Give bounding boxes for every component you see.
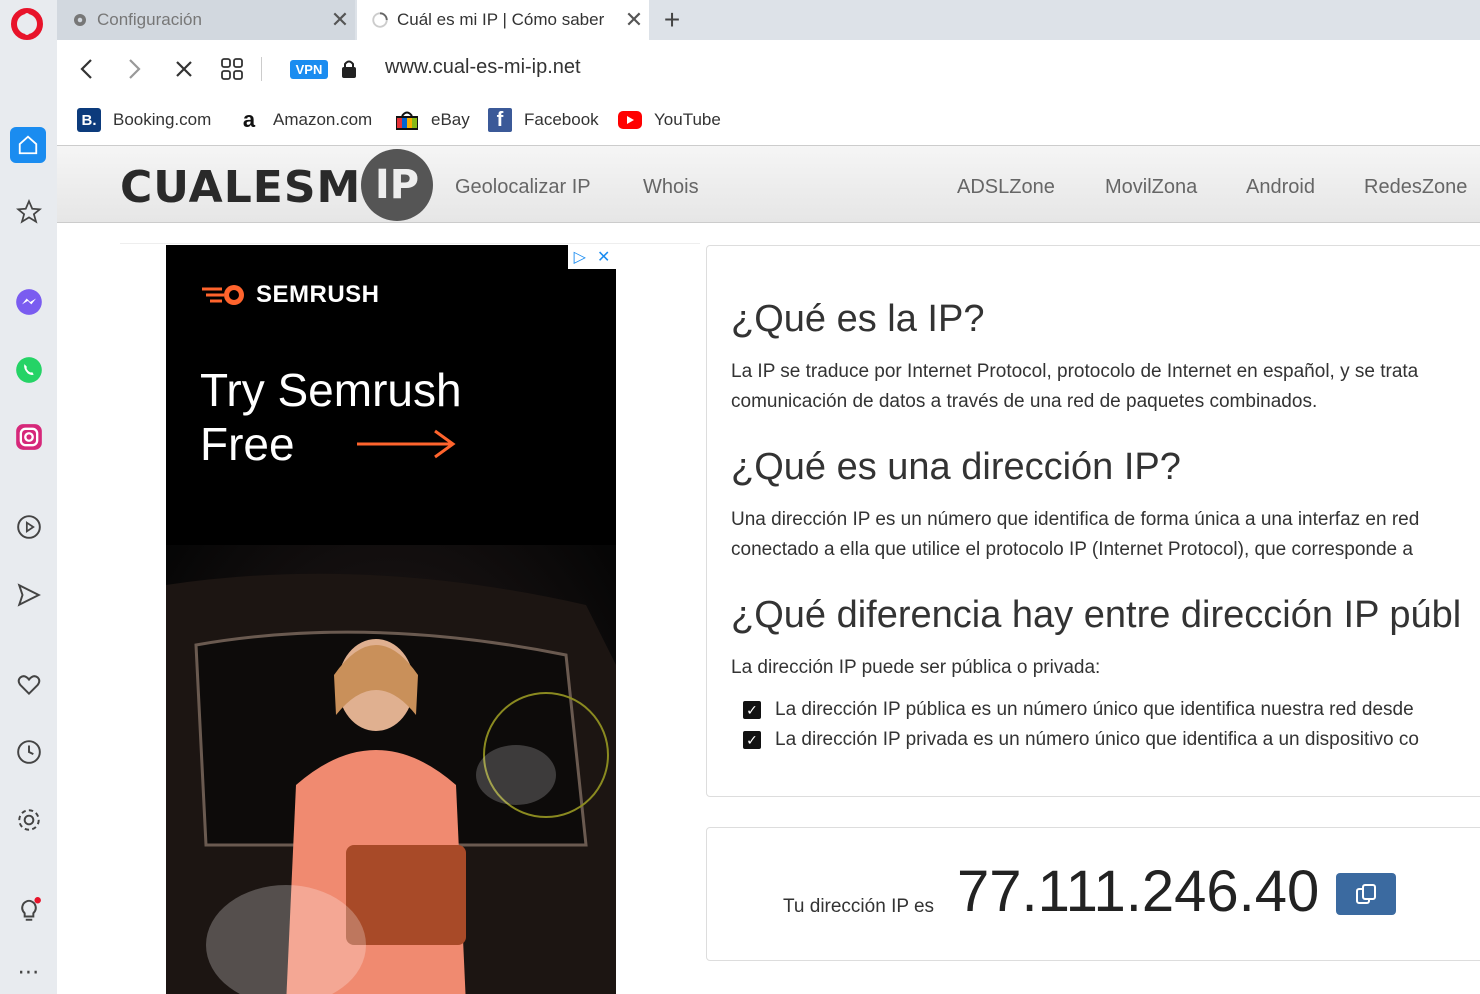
lock-icon[interactable] bbox=[333, 53, 365, 85]
bookmark-amazon[interactable]: a Amazon.com bbox=[237, 107, 372, 133]
close-tab-icon[interactable]: ✕ bbox=[325, 7, 355, 33]
toolbar-divider bbox=[261, 57, 262, 81]
check-item-privada: ✓ La dirección IP privada es un número ú… bbox=[743, 729, 1419, 751]
back-arrow-icon[interactable] bbox=[71, 53, 103, 85]
paragraph-1-line2: comunicación de datos a través de una re… bbox=[731, 391, 1318, 412]
bookmark-label: YouTube bbox=[654, 110, 721, 129]
nav-redeszone[interactable]: RedesZone bbox=[1364, 176, 1467, 199]
adchoices-icon[interactable]: ▷ bbox=[574, 247, 586, 267]
site-logo-circle[interactable]: IP bbox=[361, 149, 433, 221]
speed-dial-home-icon[interactable] bbox=[10, 127, 46, 163]
site-header: CUALESMI IP Geolocalizar IP Whois ADSLZo… bbox=[57, 145, 1480, 223]
ip-address-value[interactable]: 77.111.246.40 bbox=[957, 858, 1319, 925]
gear-icon bbox=[71, 11, 89, 29]
forward-arrow-icon[interactable] bbox=[118, 53, 150, 85]
paragraph-3: La dirección IP puede ser pública o priv… bbox=[731, 657, 1101, 678]
ad-photo-woman-car bbox=[166, 545, 616, 994]
semrush-logo: SEMRUSH bbox=[202, 281, 380, 309]
new-tab-plus-icon[interactable]: + bbox=[657, 0, 687, 40]
opera-menu-icon[interactable] bbox=[11, 8, 43, 40]
ad-headline-line2-row: Free bbox=[200, 417, 462, 471]
bookmark-label: Booking.com bbox=[113, 110, 212, 129]
tips-lightbulb-icon[interactable] bbox=[0, 890, 57, 930]
info-card: ¿Qué es la IP? La IP se traduce por Inte… bbox=[706, 245, 1480, 797]
ebay-icon bbox=[395, 108, 419, 132]
address-toolbar: VPN www.cual-es-mi-ip.net bbox=[57, 40, 1480, 98]
ad-close-icon[interactable]: ✕ bbox=[597, 247, 610, 267]
heading-que-es-direccion-ip: ¿Qué es una dirección IP? bbox=[731, 446, 1181, 488]
check-item-text: La dirección IP privada es un número úni… bbox=[775, 729, 1419, 750]
nav-android[interactable]: Android bbox=[1246, 176, 1315, 199]
player-icon[interactable] bbox=[0, 507, 57, 547]
tabs-grid-icon[interactable] bbox=[216, 53, 248, 85]
tab-strip: Configuración ✕ Cuál es mi IP | Cómo sab… bbox=[57, 0, 1480, 40]
tab-configuracion[interactable]: Configuración ✕ bbox=[57, 0, 355, 40]
vpn-badge[interactable]: VPN bbox=[290, 60, 328, 79]
check-item-publica: ✓ La dirección IP pública es un número ú… bbox=[743, 699, 1414, 721]
amazon-icon: a bbox=[242, 107, 256, 132]
copy-ip-button[interactable] bbox=[1336, 873, 1396, 915]
bookmark-label: Amazon.com bbox=[273, 110, 373, 129]
site-logo-text[interactable]: CUALESMI bbox=[120, 162, 379, 213]
loading-spinner-icon bbox=[371, 11, 389, 29]
ip-card: Tu dirección IP es 77.111.246.40 bbox=[706, 827, 1480, 961]
send-flow-icon[interactable] bbox=[0, 575, 57, 615]
checkbox-icon: ✓ bbox=[743, 701, 761, 719]
semrush-ad[interactable]: ▷ ✕ SEMRUSH Try Semrush Free bbox=[166, 245, 616, 994]
bookmarks-bar: B. Booking.com a Amazon.com eBay f Faceb… bbox=[57, 98, 1480, 144]
web-page: CUALESMI IP Geolocalizar IP Whois ADSLZo… bbox=[57, 145, 1480, 994]
settings-gear-icon[interactable] bbox=[0, 800, 57, 840]
ad-headline-line2: Free bbox=[200, 418, 295, 470]
tab-title: Cuál es mi IP | Cómo saber bbox=[397, 10, 605, 29]
paragraph-1-line1: La IP se traduce por Internet Protocol, … bbox=[731, 361, 1419, 382]
nav-adslzone[interactable]: ADSLZone bbox=[957, 176, 1055, 199]
bookmark-youtube[interactable]: YouTube bbox=[618, 107, 721, 133]
ad-headline: Try Semrush Free bbox=[200, 363, 462, 471]
divider bbox=[120, 243, 700, 244]
bookmark-booking[interactable]: B. Booking.com bbox=[77, 107, 211, 133]
instagram-icon[interactable] bbox=[0, 417, 57, 457]
semrush-brand: SEMRUSH bbox=[256, 281, 380, 308]
heading-que-es-ip: ¿Qué es la IP? bbox=[731, 298, 985, 340]
bookmarks-star-icon[interactable] bbox=[0, 192, 57, 232]
bookmark-facebook[interactable]: f Facebook bbox=[488, 107, 599, 133]
paragraph-2-line1: Una dirección IP es un número que identi… bbox=[731, 509, 1420, 530]
ip-label: Tu dirección IP es bbox=[783, 896, 935, 917]
stop-loading-icon[interactable] bbox=[168, 53, 200, 85]
bookmark-label: Facebook bbox=[524, 110, 599, 129]
paragraph-2-line2: conectado a ella que utilice el protocol… bbox=[731, 539, 1413, 560]
ad-choices[interactable]: ▷ ✕ bbox=[568, 245, 616, 269]
ad-headline-line1: Try Semrush bbox=[200, 364, 462, 416]
more-dots-icon[interactable]: ⋯ bbox=[0, 952, 57, 992]
nav-movilzona[interactable]: MovilZona bbox=[1105, 176, 1197, 199]
booking-icon: B. bbox=[77, 108, 101, 132]
copy-icon bbox=[1356, 884, 1376, 904]
semrush-flame-icon bbox=[202, 285, 244, 305]
facebook-icon: f bbox=[488, 108, 512, 132]
opera-sidebar: ⋯ bbox=[0, 0, 57, 994]
tab-cual-es-mi-ip[interactable]: Cuál es mi IP | Cómo saber ✕ bbox=[357, 0, 649, 40]
history-clock-icon[interactable] bbox=[0, 732, 57, 772]
nav-geolocalizar-ip[interactable]: Geolocalizar IP bbox=[455, 176, 591, 199]
heading-diferencia-ip: ¿Qué diferencia hay entre dirección IP p… bbox=[731, 594, 1462, 636]
bookmark-label: eBay bbox=[431, 110, 470, 129]
messenger-icon[interactable] bbox=[0, 282, 57, 322]
whatsapp-icon[interactable] bbox=[0, 350, 57, 390]
close-tab-icon[interactable]: ✕ bbox=[619, 7, 649, 33]
checkbox-icon: ✓ bbox=[743, 731, 761, 749]
check-item-text: La dirección IP pública es un número úni… bbox=[775, 699, 1414, 720]
url-field[interactable]: www.cual-es-mi-ip.net bbox=[385, 56, 581, 79]
youtube-icon bbox=[618, 108, 642, 132]
bookmark-ebay[interactable]: eBay bbox=[395, 107, 470, 133]
nav-whois[interactable]: Whois bbox=[643, 176, 699, 199]
arrow-right-icon bbox=[356, 429, 456, 459]
tab-title: Configuración bbox=[97, 10, 202, 29]
heart-icon[interactable] bbox=[0, 665, 57, 705]
